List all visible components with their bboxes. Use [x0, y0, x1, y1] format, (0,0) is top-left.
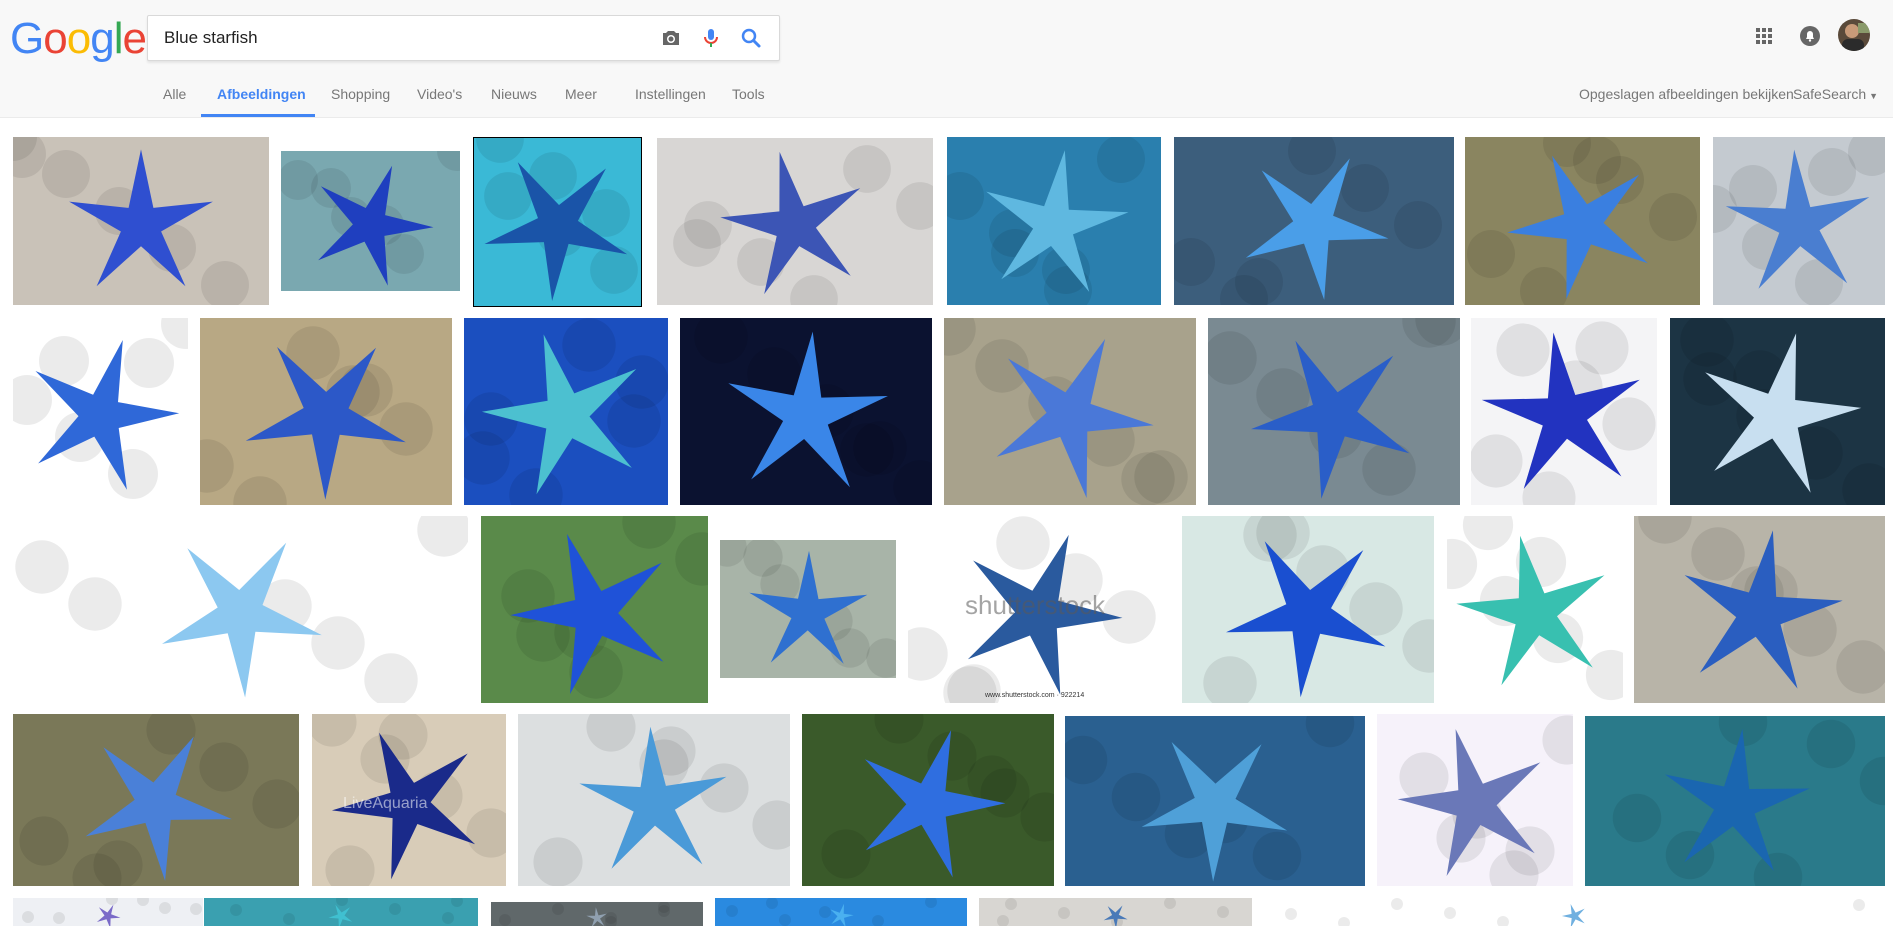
image-result-thumbnail[interactable] — [518, 714, 790, 886]
starfish-image — [481, 516, 708, 703]
image-result-thumbnail[interactable] — [204, 898, 478, 926]
image-result-thumbnail[interactable] — [944, 318, 1196, 505]
shutterstock-watermark: shutterstock — [965, 590, 1106, 620]
starfish-image — [281, 151, 460, 291]
search-input[interactable] — [164, 16, 634, 60]
starfish-image — [1634, 516, 1885, 703]
safesearch-label: SafeSearch — [1793, 86, 1867, 102]
image-result-thumbnail[interactable] — [13, 898, 203, 926]
image-result-thumbnail[interactable] — [464, 318, 668, 505]
image-result-thumbnail[interactable] — [657, 138, 933, 305]
starfish-image — [720, 540, 896, 678]
image-result-thumbnail[interactable] — [947, 137, 1161, 305]
image-result-thumbnail[interactable] — [979, 898, 1252, 926]
tab-more[interactable]: Meer — [565, 84, 597, 104]
image-result-thumbnail[interactable] — [481, 516, 708, 703]
starfish-image — [1713, 137, 1885, 305]
starfish-image — [1670, 318, 1885, 505]
starfish-image — [1264, 898, 1885, 926]
starfish-image — [13, 516, 468, 703]
image-result-thumbnail[interactable] — [1182, 516, 1434, 703]
image-result-thumbnail[interactable] — [1634, 516, 1885, 703]
tab-all[interactable]: Alle — [163, 84, 186, 104]
starfish-image — [204, 898, 478, 926]
shutterstock-id-watermark: www.shutterstock.com · 922214 — [985, 692, 1085, 699]
image-result-thumbnail[interactable] — [1670, 318, 1885, 505]
tab-news[interactable]: Nieuws — [491, 84, 537, 104]
image-result-thumbnail[interactable] — [13, 318, 188, 505]
starfish-image — [1447, 516, 1623, 703]
starfish-image — [13, 318, 188, 505]
bell-icon[interactable] — [1799, 25, 1821, 52]
tab-shopping[interactable]: Shopping — [331, 84, 390, 104]
image-result-thumbnail[interactable] — [715, 898, 967, 926]
starfish-image — [1208, 318, 1460, 505]
starfish-image — [802, 714, 1054, 886]
search-icon[interactable] — [739, 26, 763, 50]
image-result-thumbnail[interactable] — [1174, 137, 1454, 305]
image-result-thumbnail[interactable] — [1585, 716, 1885, 886]
tab-tools[interactable]: Tools — [732, 84, 765, 104]
search-box — [147, 15, 780, 61]
starfish-image — [1065, 716, 1365, 886]
starfish-image — [464, 318, 668, 505]
image-result-thumbnail[interactable] — [720, 540, 896, 678]
starfish-image — [1471, 318, 1657, 505]
image-result-thumbnail[interactable] — [1471, 318, 1657, 505]
starfish-image — [518, 714, 790, 886]
starfish-image — [13, 898, 203, 926]
image-result-thumbnail[interactable] — [1377, 714, 1573, 886]
camera-icon[interactable] — [659, 26, 683, 50]
active-tab-indicator — [201, 114, 315, 117]
image-result-thumbnail[interactable] — [1208, 318, 1460, 505]
tab-settings[interactable]: Instellingen — [635, 84, 706, 104]
header: Google Alle Afbeeldingen Shopping Video'… — [0, 0, 1893, 118]
image-result-thumbnail[interactable] — [1065, 716, 1365, 886]
avatar[interactable] — [1838, 19, 1870, 51]
starfish-image — [1585, 716, 1885, 886]
image-result-thumbnail[interactable] — [680, 318, 932, 505]
image-result-thumbnail[interactable] — [1264, 898, 1885, 926]
starfish-image — [13, 714, 299, 886]
tab-images[interactable]: Afbeeldingen — [217, 84, 306, 104]
image-result-thumbnail[interactable] — [1713, 137, 1885, 305]
image-result-thumbnail[interactable] — [802, 714, 1054, 886]
image-result-thumbnail[interactable] — [200, 318, 452, 505]
image-result-thumbnail[interactable] — [13, 137, 269, 305]
image-result-thumbnail[interactable] — [491, 902, 703, 926]
starfish-image — [1377, 714, 1573, 886]
liveaquaria-watermark: LiveAquaria — [343, 795, 428, 812]
starfish-image — [200, 318, 452, 505]
image-result-thumbnail[interactable] — [1447, 516, 1623, 703]
starfish-image — [1174, 137, 1454, 305]
image-result-thumbnail[interactable] — [473, 137, 642, 307]
starfish-image — [944, 318, 1196, 505]
apps-grid-icon[interactable] — [1754, 26, 1774, 51]
image-result-thumbnail[interactable] — [281, 151, 460, 291]
safesearch-dropdown[interactable]: SafeSearch ▼ — [1793, 84, 1878, 106]
saved-images-link[interactable]: Opgeslagen afbeeldingen bekijken — [1579, 84, 1794, 104]
google-logo[interactable]: Google — [10, 14, 147, 64]
tab-videos[interactable]: Video's — [417, 84, 462, 104]
microphone-icon[interactable] — [699, 26, 723, 50]
starfish-image — [491, 902, 703, 926]
starfish-image — [680, 318, 932, 505]
starfish-image — [1465, 137, 1700, 305]
starfish-image — [474, 138, 641, 306]
starfish-image — [979, 898, 1252, 926]
starfish-image — [947, 137, 1161, 305]
image-result-thumbnail[interactable] — [1465, 137, 1700, 305]
starfish-image — [657, 138, 933, 305]
image-result-thumbnail[interactable] — [13, 516, 468, 703]
starfish-image — [715, 898, 967, 926]
starfish-image — [1182, 516, 1434, 703]
starfish-image — [13, 137, 269, 305]
image-result-thumbnail[interactable] — [13, 714, 299, 886]
caret-down-icon: ▼ — [1869, 91, 1879, 101]
